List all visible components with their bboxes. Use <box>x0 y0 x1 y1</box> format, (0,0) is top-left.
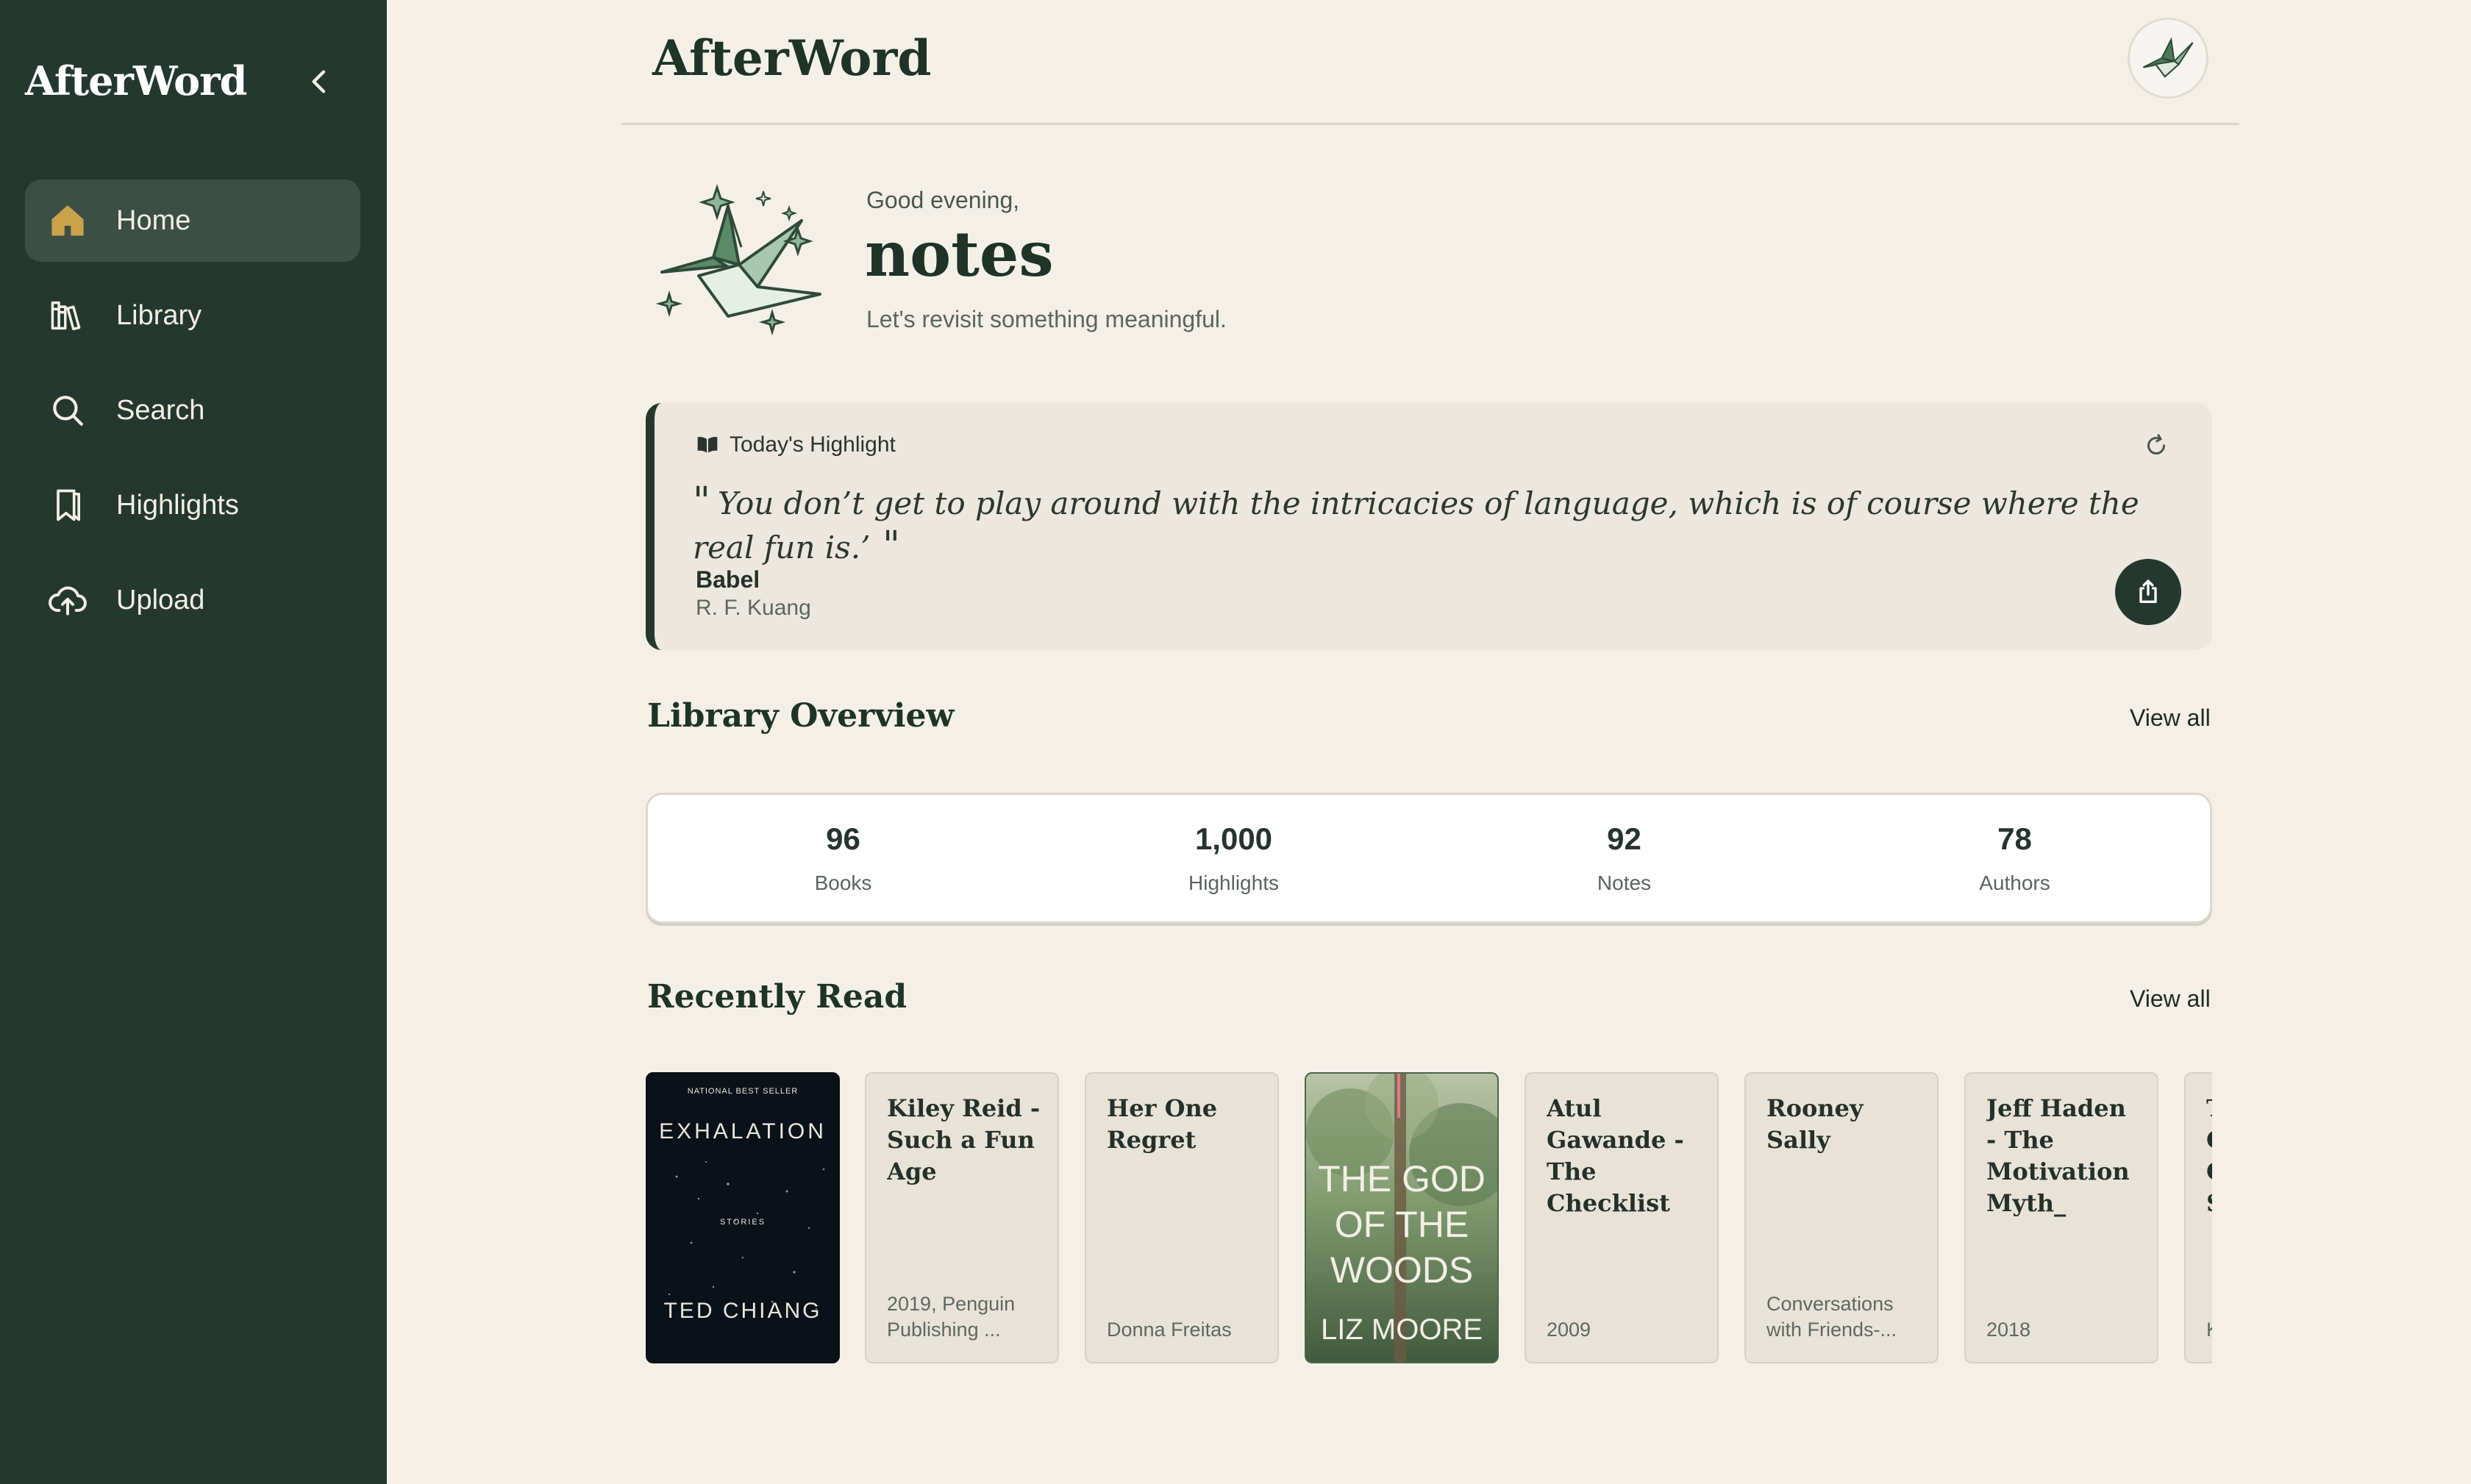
highlight-book-title: Babel <box>696 566 760 593</box>
book-card[interactable]: Atul Gawande - The Checklist Manifesto_ … <box>1525 1072 1719 1363</box>
library-stats-card: 96 Books 1,000 Highlights 92 Notes 78 Au… <box>646 793 2212 924</box>
sidebar-item-label: Highlights <box>116 489 239 521</box>
stat-value: 96 <box>826 821 860 856</box>
sidebar-item-home[interactable]: Home <box>25 179 360 262</box>
book-meta: 2019, Penguin Publishing ... <box>887 1293 1016 1341</box>
book-title: Kiley Reid - Such a Fun Age <box>887 1094 1041 1185</box>
book-card-god-of-the-woods[interactable]: THE GOD OF THE WOODS LIZ MOORE <box>1305 1072 1499 1363</box>
stat-value: 78 <box>1997 821 2032 856</box>
refresh-highlight-button[interactable] <box>2143 432 2172 462</box>
cover-text: WOODS <box>1330 1249 1474 1291</box>
book-title: T C C S <box>2206 1093 2212 1219</box>
bookmark-icon <box>47 485 88 526</box>
open-quote-mark: " <box>693 479 710 524</box>
top-bar: AfterWord <box>621 0 2239 125</box>
recently-read-row: NATIONAL BEST SELLER EXHALATION STORIES … <box>646 1072 2212 1366</box>
chevron-left-icon <box>312 70 326 93</box>
book-cover: NATIONAL BEST SELLER EXHALATION STORIES … <box>647 1074 838 1362</box>
book-meta: K <box>2206 1317 2212 1343</box>
home-icon <box>47 200 88 241</box>
greeting-salutation: Good evening, <box>866 187 1020 213</box>
paper-crane-icon <box>2142 37 2194 78</box>
open-book-icon <box>697 437 718 453</box>
book-meta: 2018 <box>1986 1319 2031 1341</box>
stat-notes[interactable]: 92 Notes <box>1429 795 1819 921</box>
sidebar-item-label: Upload <box>116 584 205 616</box>
stat-label: Books <box>814 871 872 894</box>
cloud-upload-icon <box>47 579 88 621</box>
close-quote-mark: " <box>870 524 900 568</box>
book-title: Her One Regret <box>1107 1094 1218 1154</box>
stat-value: 92 <box>1607 821 1641 856</box>
book-card[interactable]: Jeff Haden - The Motivation Myth_ How...… <box>1964 1072 2158 1363</box>
sidebar-brand: AfterWord <box>25 57 247 104</box>
sidebar: AfterWord Home Library Search Highlights… <box>0 0 387 1484</box>
book-card[interactable]: Kiley Reid - Such a Fun Age 2019, Pengui… <box>865 1072 1059 1363</box>
stat-highlights[interactable]: 1,000 Highlights <box>1038 795 1429 921</box>
cover-text: NATIONAL BEST SELLER <box>687 1087 799 1096</box>
sidebar-item-library[interactable]: Library <box>25 274 360 357</box>
cover-text: STORIES <box>719 1218 766 1227</box>
todays-highlight-card: Today's Highlight " You don’t get to play… <box>646 403 2212 650</box>
recently-read-view-all-link[interactable]: View all <box>2130 985 2211 1013</box>
library-icon <box>47 295 88 336</box>
book-title: Atul Gawande - The Checklist Manifesto_ … <box>1547 1094 1684 1217</box>
cover-text: THE GOD <box>1318 1158 1486 1199</box>
greeting-name: notes <box>865 218 1054 290</box>
stat-authors[interactable]: 78 Authors <box>1819 795 2210 921</box>
book-title: Rooney Sally <box>1766 1094 1864 1154</box>
book-card[interactable]: Her One Regret Donna Freitas <box>1085 1072 1279 1363</box>
sidebar-item-highlights[interactable]: Highlights <box>25 464 360 546</box>
share-icon <box>2139 579 2157 603</box>
search-icon <box>47 390 88 431</box>
stat-value: 1,000 <box>1194 821 1273 856</box>
library-view-all-link[interactable]: View all <box>2130 704 2211 732</box>
highlight-quote: " You don’t get to play around with the i… <box>693 479 2164 568</box>
library-overview-title: Library Overview <box>647 697 955 735</box>
page-title: AfterWord <box>652 29 932 87</box>
cover-text: OF THE <box>1334 1204 1469 1245</box>
highlight-book-author: R. F. Kuang <box>696 596 811 620</box>
sidebar-item-upload[interactable]: Upload <box>25 559 360 641</box>
book-card[interactable]: T C C S K <box>2184 1072 2212 1363</box>
sidebar-item-label: Home <box>116 204 191 236</box>
cover-text: EXHALATION <box>659 1119 827 1144</box>
sidebar-nav: Home Library Search Highlights Upload <box>25 179 360 654</box>
highlight-header: Today's Highlight <box>696 432 896 457</box>
stat-label: Authors <box>1979 871 2050 894</box>
highlight-quote-text: You don’t get to play around with the in… <box>693 485 2139 566</box>
avatar[interactable] <box>2128 18 2208 99</box>
highlight-label: Today's Highlight <box>730 432 896 457</box>
sidebar-item-search[interactable]: Search <box>25 369 360 452</box>
recently-read-title: Recently Read <box>647 978 908 1016</box>
collapse-sidebar-button[interactable] <box>294 56 346 107</box>
book-card-exhalation[interactable]: NATIONAL BEST SELLER EXHALATION STORIES … <box>646 1072 840 1363</box>
stat-books[interactable]: 96 Books <box>648 795 1038 921</box>
share-highlight-button[interactable] <box>2115 559 2181 625</box>
refresh-icon <box>2147 434 2166 454</box>
paper-crane-illustration <box>647 176 831 346</box>
cover-text: LIZ MOORE <box>1320 1313 1483 1346</box>
cover-text: TED CHIANG <box>663 1299 822 1323</box>
sidebar-item-label: Search <box>116 394 205 426</box>
stat-label: Notes <box>1597 871 1652 894</box>
book-cover: THE GOD OF THE WOODS LIZ MOORE <box>1306 1074 1497 1362</box>
book-meta: 2009 <box>1547 1319 1591 1341</box>
stat-label: Highlights <box>1188 871 1279 894</box>
book-meta: Conversations with Friends-... <box>1766 1293 1897 1341</box>
greeting-subtitle: Let's revisit something meaningful. <box>866 306 1227 332</box>
book-card[interactable]: Rooney Sally Conversations with Friends-… <box>1744 1072 1939 1363</box>
sidebar-item-label: Library <box>116 299 202 331</box>
book-title: Jeff Haden - The Motivation Myth_ How... <box>1986 1094 2130 1217</box>
book-meta: Donna Freitas <box>1107 1319 1232 1341</box>
